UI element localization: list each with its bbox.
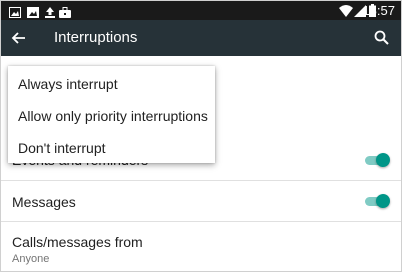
menu-item-dont-interrupt[interactable]: Don't interrupt — [8, 132, 215, 164]
setting-row-messages[interactable]: Messages — [1, 181, 401, 221]
calls-value: Anyone — [12, 253, 50, 265]
events-toggle[interactable] — [363, 153, 391, 167]
status-time: 18:57 — [362, 3, 395, 18]
menu-item-priority-only[interactable]: Allow only priority interruptions — [8, 100, 215, 132]
search-icon[interactable] — [373, 29, 391, 47]
status-bar: 18:57 — [1, 1, 401, 20]
menu-item-label: Always interrupt — [18, 76, 118, 92]
app-toolbar: Interruptions — [1, 20, 401, 56]
menu-item-always-interrupt[interactable]: Always interrupt — [8, 68, 215, 100]
messages-label: Messages — [12, 194, 76, 210]
calls-label: Calls/messages from — [12, 234, 143, 250]
page-title: Interruptions — [54, 29, 138, 46]
setting-row-calls[interactable]: Calls/messages from Anyone — [1, 222, 401, 272]
menu-item-label: Allow only priority interruptions — [18, 108, 208, 124]
interruptions-popup-menu: Always interrupt Allow only priority int… — [8, 66, 215, 163]
arrow-back-icon[interactable] — [9, 28, 29, 48]
messages-toggle[interactable] — [363, 194, 391, 208]
menu-item-label: Don't interrupt — [18, 140, 106, 156]
